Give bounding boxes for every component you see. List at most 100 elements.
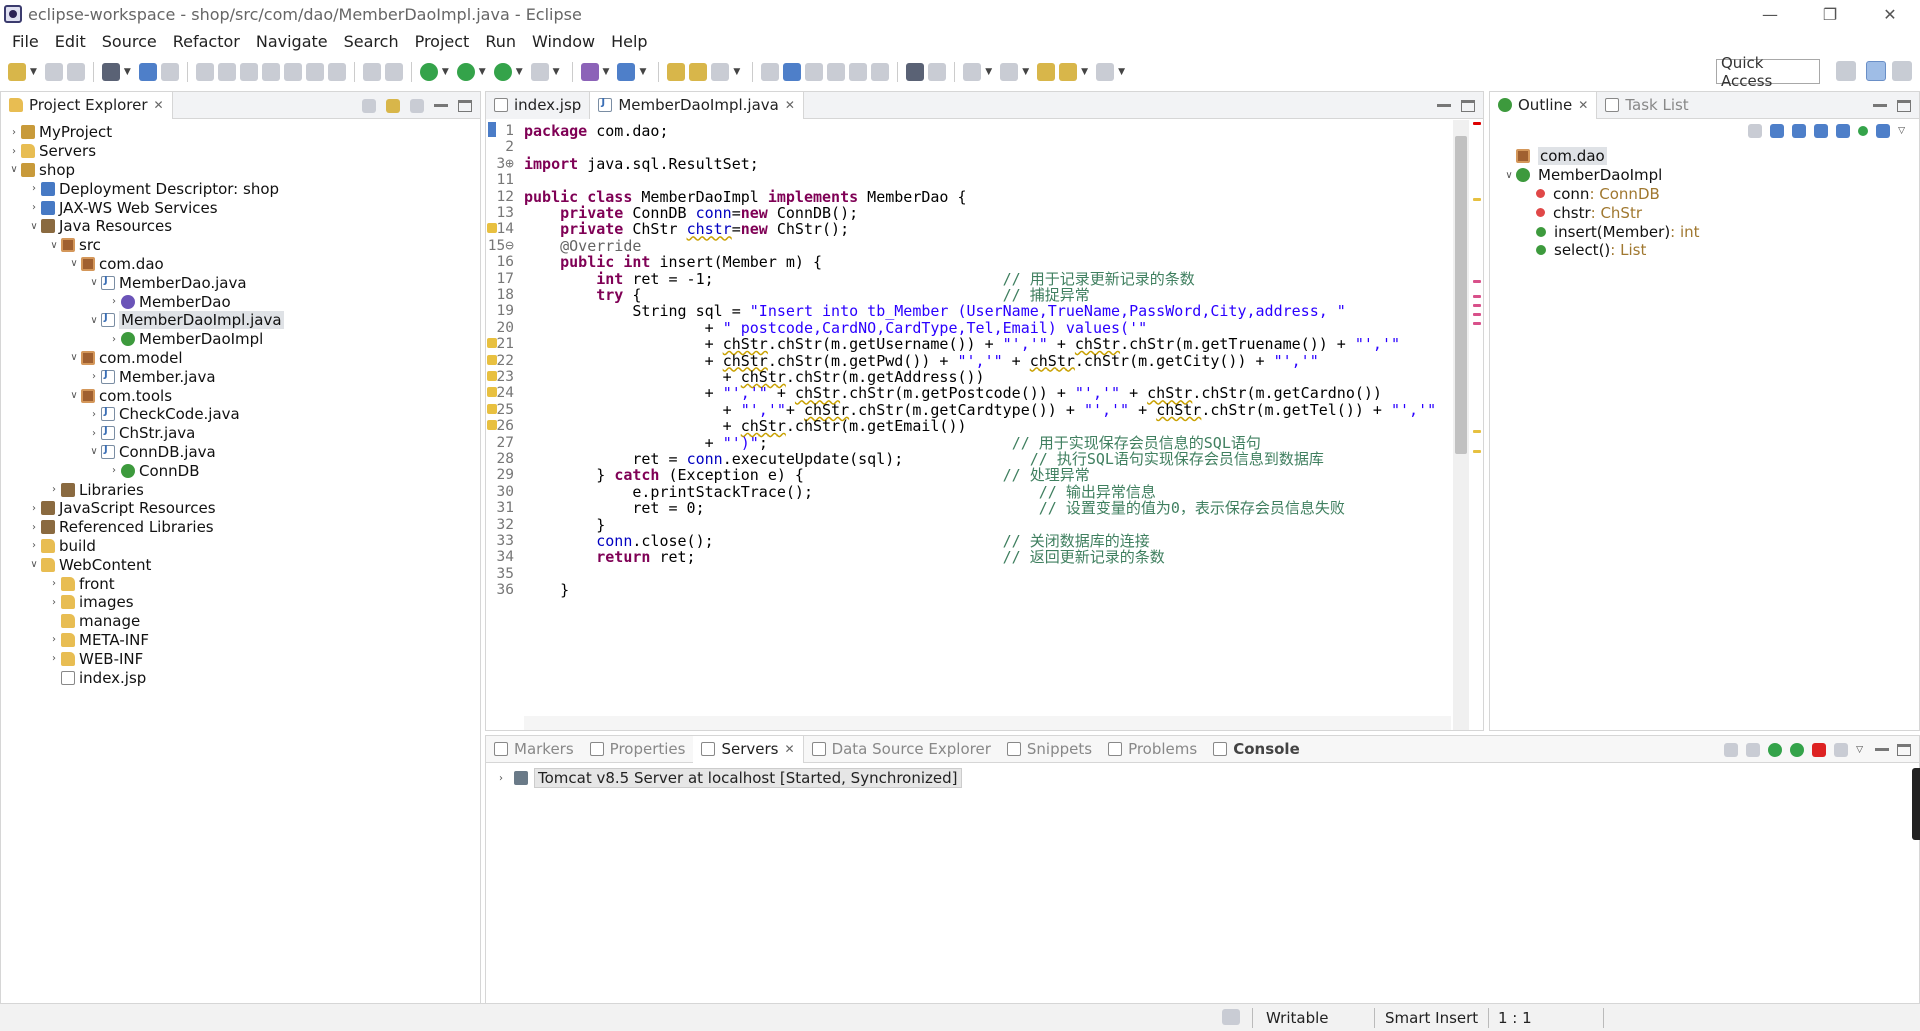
open-type-icon[interactable] <box>667 63 686 81</box>
warning-icon[interactable] <box>487 338 497 349</box>
code-line[interactable]: + "','"+ chStr.chStr(m.getCardtype()) + … <box>524 401 1436 419</box>
code-line[interactable]: int ret = -1; // 用于记录更新记录的条数 <box>524 270 1194 288</box>
code-line[interactable]: private ChStr chstr=new ChStr(); <box>524 220 849 238</box>
previous-annotation-dropdown-icon[interactable]: ▼ <box>1022 67 1029 77</box>
code-line[interactable]: return ret; // 返回更新记录的条数 <box>524 548 1164 566</box>
code-line[interactable]: ret = conn.executeUpdate(sql); // 执行SQL语… <box>524 450 1324 468</box>
tab-console[interactable]: Console <box>1205 736 1308 763</box>
tree-item[interactable]: › Referenced Libraries <box>1 518 480 537</box>
code-line[interactable]: + chStr.chStr(m.getAddress()) <box>524 368 985 386</box>
expand-icon[interactable]: › <box>27 540 41 551</box>
menu-help[interactable]: Help <box>603 32 655 51</box>
resume-icon[interactable] <box>195 63 214 81</box>
expand-icon[interactable]: › <box>7 127 21 138</box>
link-with-editor-icon[interactable] <box>386 98 400 113</box>
terminal-icon[interactable] <box>138 63 157 81</box>
search-dropdown-icon[interactable]: ▼ <box>733 67 740 77</box>
tree-item[interactable]: › Member.java <box>1 367 480 386</box>
tree-item[interactable]: ∨ com.model <box>1 349 480 368</box>
save-icon[interactable] <box>44 63 63 81</box>
warning-icon[interactable] <box>487 371 497 381</box>
coverage-dropdown-icon[interactable]: ▼ <box>516 67 523 77</box>
expand-icon[interactable]: › <box>27 202 41 213</box>
menu-window[interactable]: Window <box>524 32 603 51</box>
outline-item[interactable]: insert(Member) : int <box>1490 222 1919 241</box>
toggle-mark-occurrences-icon[interactable] <box>761 63 780 81</box>
tab-task-list[interactable]: Task List <box>1597 92 1696 119</box>
menu-project[interactable]: Project <box>407 32 478 51</box>
maximize-button[interactable]: ❐ <box>1800 0 1860 28</box>
expand-icon[interactable]: ∨ <box>1502 170 1516 181</box>
tree-item[interactable]: › CheckCode.java <box>1 405 480 424</box>
warning-marker[interactable] <box>1473 430 1481 433</box>
collapse-all-icon[interactable] <box>362 98 376 113</box>
code-line[interactable]: public class MemberDaoImpl implements Me… <box>524 188 967 206</box>
show-whitespace-icon[interactable] <box>827 63 846 81</box>
expand-icon[interactable]: › <box>107 334 121 345</box>
tree-item[interactable]: › ConnDB <box>1 461 480 480</box>
menu-refactor[interactable]: Refactor <box>165 32 248 51</box>
expand-icon[interactable]: ∨ <box>67 352 81 363</box>
occurrence-marker[interactable] <box>1473 304 1481 307</box>
code-line[interactable]: e.printStackTrace(); // 输出异常信息 <box>524 483 1156 501</box>
run-icon[interactable] <box>456 63 475 81</box>
tree-item[interactable]: › JAX-WS Web Services <box>1 198 480 217</box>
external-tools-icon[interactable] <box>530 63 549 81</box>
maximize-view-icon[interactable] <box>1461 99 1475 112</box>
code-line[interactable]: + chStr.chStr(m.getUsername()) + "','" +… <box>524 335 1400 353</box>
search-icon[interactable] <box>711 63 730 81</box>
toggle-highlight-icon[interactable] <box>783 63 802 81</box>
warning-icon[interactable] <box>487 354 497 365</box>
close-icon[interactable]: ✕ <box>785 742 795 756</box>
tree-item[interactable]: › MyProject <box>1 123 480 142</box>
maximize-view-icon[interactable] <box>458 99 472 112</box>
collapse-all-icon[interactable] <box>1724 742 1739 757</box>
minimize-view-icon[interactable] <box>434 104 448 107</box>
minimize-view-icon[interactable] <box>1437 104 1451 107</box>
outline-item[interactable]: chstr : ChStr <box>1490 203 1919 222</box>
save-all-icon[interactable] <box>66 63 85 81</box>
toggle-breadcrumb-icon[interactable] <box>849 63 868 81</box>
error-marker[interactable] <box>1473 122 1481 125</box>
hide-local-types-icon[interactable] <box>1858 126 1869 136</box>
expand-icon[interactable]: › <box>27 503 41 514</box>
tab-outline[interactable]: Outline ✕ <box>1490 91 1598 119</box>
code-line[interactable]: import java.sql.ResultSet; <box>524 155 759 173</box>
code-line[interactable]: @Override <box>524 237 641 255</box>
expand-icon[interactable]: ∨ <box>27 221 41 232</box>
tree-item[interactable]: › MemberDaoImpl <box>1 330 480 349</box>
tree-item[interactable]: ∨ com.tools <box>1 386 480 405</box>
tree-item[interactable]: index.jsp <box>1 668 480 687</box>
expand-icon[interactable]: › <box>107 296 121 307</box>
tab-index-jsp[interactable]: index.jsp <box>486 91 591 119</box>
debug-icon[interactable] <box>419 63 438 81</box>
forward-dropdown-icon[interactable]: ▼ <box>1118 67 1125 77</box>
view-menu-icon[interactable]: ▽ <box>1856 745 1863 755</box>
outline-item[interactable]: conn : ConnDB <box>1490 185 1919 204</box>
menu-edit[interactable]: Edit <box>47 32 94 51</box>
step-into-icon[interactable] <box>283 63 302 81</box>
warning-icon[interactable] <box>487 403 497 414</box>
occurrence-marker[interactable] <box>1473 313 1481 316</box>
tab-problems[interactable]: Problems <box>1100 736 1205 763</box>
code-line[interactable]: public int insert(Member m) { <box>524 253 822 271</box>
close-icon[interactable]: ✕ <box>1578 98 1588 112</box>
back-icon[interactable] <box>1059 63 1078 81</box>
expand-icon[interactable]: ∨ <box>87 277 101 288</box>
quick-access-field[interactable]: Quick Access <box>1716 54 1820 90</box>
vertical-scrollbar[interactable] <box>1453 120 1469 730</box>
code-line[interactable]: } catch (Exception e) { // 处理异常 <box>524 466 1090 484</box>
outline-item[interactable]: ∨ MemberDaoImpl <box>1490 166 1919 185</box>
horizontal-scrollbar[interactable] <box>524 716 1451 730</box>
code-line[interactable]: private ConnDB conn=new ConnDB(); <box>524 204 858 222</box>
skip-breakpoints-icon[interactable] <box>160 63 179 81</box>
code-line[interactable]: + "','" + chStr.chStr(m.getPostcode()) +… <box>524 384 1382 402</box>
tree-item[interactable]: › ChStr.java <box>1 424 480 443</box>
expand-icon[interactable]: › <box>47 484 61 495</box>
java-ee-perspective-icon[interactable] <box>1866 61 1886 81</box>
new-dropdown-icon[interactable]: ▼ <box>30 67 37 77</box>
new-java-project-dropdown-icon[interactable]: ▼ <box>603 67 610 77</box>
code-line[interactable]: + "')"; // 用于实现保存会员信息的SQL语句 <box>524 434 1261 452</box>
warning-icon[interactable] <box>487 223 497 234</box>
code-line[interactable]: + chStr.chStr(m.getPwd()) + "','" + chSt… <box>524 352 1319 370</box>
